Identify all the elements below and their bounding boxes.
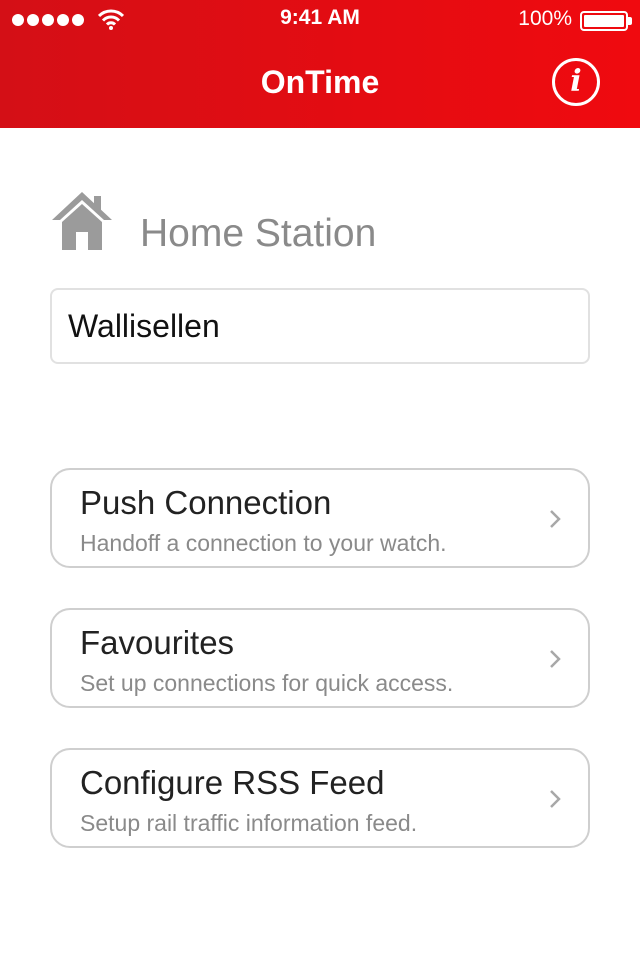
chevron-right-icon (550, 510, 561, 528)
chevron-right-icon (550, 790, 561, 808)
favourites-button[interactable]: Favourites Set up connections for quick … (50, 608, 590, 708)
menu-item-subtitle: Handoff a connection to your watch. (80, 530, 447, 556)
info-button[interactable]: i (552, 58, 600, 106)
menu-item-subtitle: Setup rail traffic information feed. (80, 810, 418, 836)
app-header: 9:41 AM 100% OnTime i (0, 0, 640, 128)
battery-percentage: 100% (518, 7, 572, 30)
menu-item-title: Favourites (80, 624, 235, 661)
home-station-label: Home Station (140, 212, 377, 255)
status-bar: 9:41 AM 100% (0, 0, 640, 40)
app-title: OnTime (260, 64, 380, 100)
chevron-right-icon (550, 650, 561, 668)
home-icon (52, 192, 112, 250)
configure-rss-feed-button[interactable]: Configure RSS Feed Setup rail traffic in… (50, 748, 590, 848)
menu-item-subtitle: Set up connections for quick access. (80, 670, 454, 696)
push-connection-button[interactable]: Push Connection Handoff a connection to … (50, 468, 590, 568)
battery-icon (580, 11, 632, 31)
menu-item-title: Configure RSS Feed (80, 764, 385, 801)
home-station-input[interactable]: Wallisellen (50, 288, 590, 364)
info-icon: i (570, 64, 582, 99)
menu-item-title: Push Connection (80, 484, 332, 521)
